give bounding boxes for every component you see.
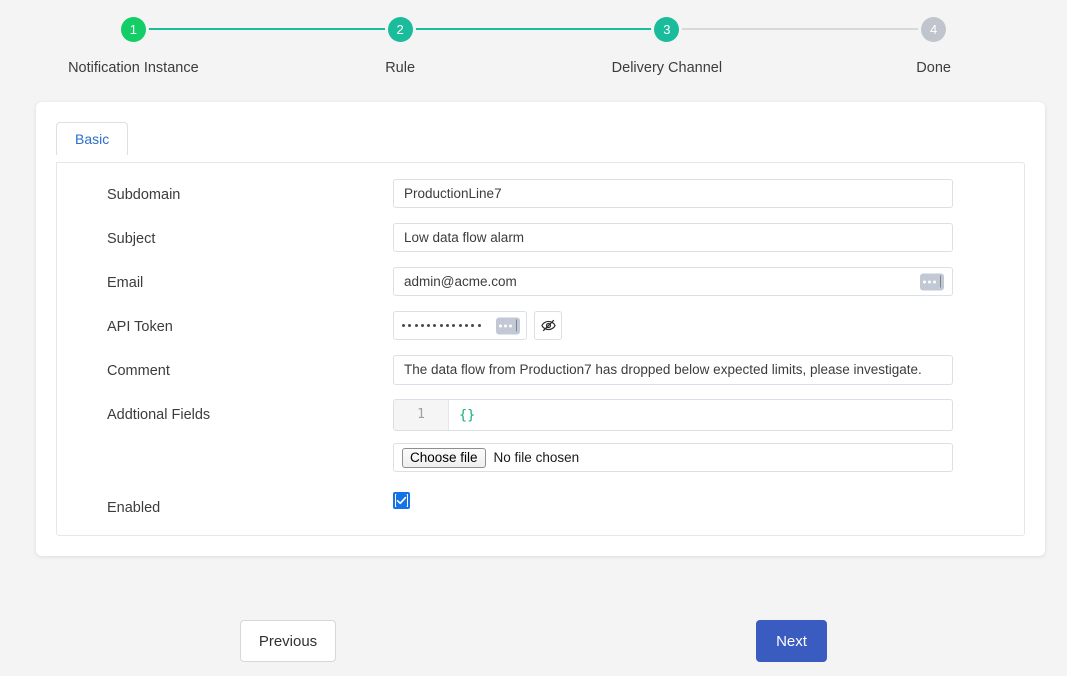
api-token-label: API Token [57,311,393,343]
stepper-step-2-number: 2 [388,17,413,42]
form-row-subject: Subject Low data flow alarm [57,223,1024,255]
comment-label: Comment [57,355,393,387]
ellipsis-dot [923,280,926,283]
form-row-subdomain: Subdomain ProductionLine7 [57,179,1024,211]
form-row-comment: Comment The data flow from Production7 h… [57,355,1024,387]
form-row-file-upload: Choose file No file chosen [57,443,1024,472]
stepper-step-2-head: 2 [267,16,534,42]
subject-control: Low data flow alarm [393,223,953,252]
code-content[interactable]: {} [449,400,952,430]
delivery-channel-card: Basic Subdomain ProductionLine7 Subject … [36,102,1045,556]
wizard-stepper: 1 Notification Instance 2 Rule 3 Deliver… [0,0,1067,90]
additional-fields-control: 1 {} [393,399,953,431]
wizard-footer: Previous Next [0,620,1067,666]
check-icon [396,495,407,506]
text-cursor [516,320,517,332]
ellipsis-dot [504,324,507,327]
subdomain-label: Subdomain [57,179,393,211]
ellipsis-dot [933,280,936,283]
stepper-step-3-head: 3 [534,16,801,42]
stepper-step-1-number: 1 [121,17,146,42]
tab-basic[interactable]: Basic [56,122,128,155]
text-cursor [940,276,941,288]
next-button[interactable]: Next [756,620,827,662]
stepper-steps: 1 Notification Instance 2 Rule 3 Deliver… [0,0,1067,76]
subdomain-control: ProductionLine7 [393,179,953,208]
stepper-step-2[interactable]: 2 Rule [267,16,534,76]
tab-bar: Basic [36,102,1045,142]
stepper-step-3-number: 3 [654,17,679,42]
form-row-email: Email admin@acme.com [57,267,1024,299]
api-token-masked-value [402,324,481,327]
previous-button[interactable]: Previous [240,620,336,662]
choose-file-button[interactable]: Choose file [402,448,486,468]
stepper-step-3[interactable]: 3 Delivery Channel [534,16,801,76]
code-line-number: 1 [394,400,449,430]
ellipsis-icon[interactable] [496,317,520,334]
subject-label: Subject [57,223,393,255]
api-token-control [393,311,953,340]
stepper-step-4-number: 4 [921,17,946,42]
email-input[interactable]: admin@acme.com [393,267,953,296]
tab-panel-basic: Subdomain ProductionLine7 Subject Low da… [56,162,1025,536]
eye-slash-icon [541,318,556,333]
file-input[interactable]: Choose file No file chosen [393,443,953,472]
form-row-additional-fields: Addtional Fields 1 {} [57,399,1024,431]
json-code-editor[interactable]: 1 {} [393,399,953,431]
form-row-api-token: API Token [57,311,1024,343]
stepper-step-1[interactable]: 1 Notification Instance [0,16,267,76]
stepper-step-2-label: Rule [385,60,415,76]
stepper-step-4[interactable]: 4 Done [800,16,1067,76]
enabled-control [393,492,953,509]
email-label: Email [57,267,393,299]
stepper-step-3-label: Delivery Channel [612,60,722,76]
email-control: admin@acme.com [393,267,953,296]
subdomain-input[interactable]: ProductionLine7 [393,179,953,208]
stepper-step-1-head: 1 [0,16,267,42]
email-input-value: admin@acme.com [404,274,517,289]
file-status-text: No file chosen [494,450,580,465]
ellipsis-dot [928,280,931,283]
comment-control: The data flow from Production7 has dropp… [393,355,953,385]
file-upload-control: Choose file No file chosen [393,443,953,472]
api-token-input[interactable] [393,311,527,340]
comment-input[interactable]: The data flow from Production7 has dropp… [393,355,953,385]
enabled-label: Enabled [57,492,393,524]
ellipsis-icon[interactable] [920,273,944,290]
additional-fields-label: Addtional Fields [57,399,393,431]
enabled-checkbox[interactable] [393,492,410,509]
checkbox-fill [396,494,407,507]
ellipsis-dot [499,324,502,327]
toggle-password-visibility-button[interactable] [534,311,562,340]
stepper-step-4-head: 4 [800,16,1067,42]
subject-input[interactable]: Low data flow alarm [393,223,953,252]
form-row-enabled: Enabled [57,492,1024,524]
stepper-step-1-label: Notification Instance [68,60,199,76]
ellipsis-dot [509,324,512,327]
stepper-step-4-label: Done [916,60,951,76]
